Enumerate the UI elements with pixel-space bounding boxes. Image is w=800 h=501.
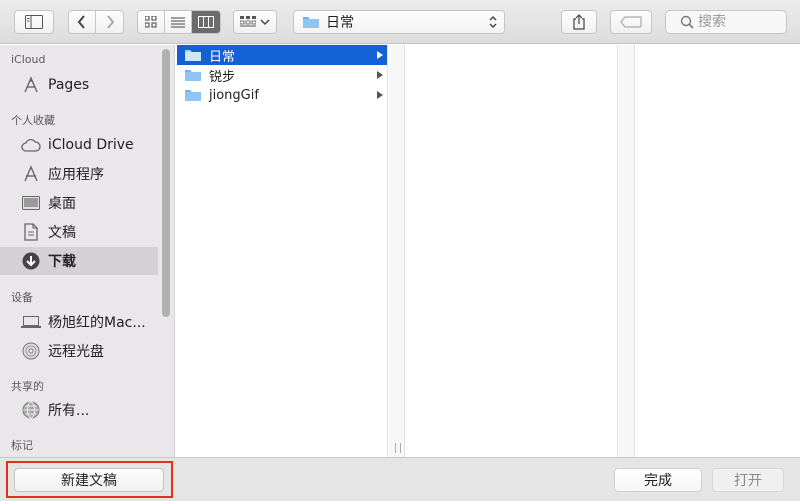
sidebar-section-icloud: iCloud bbox=[11, 53, 46, 66]
folder-icon bbox=[185, 70, 201, 81]
list-item[interactable]: 锐步 bbox=[177, 65, 387, 85]
browser-column-3 bbox=[636, 45, 800, 457]
back-button[interactable] bbox=[69, 11, 96, 33]
folder-label: 锐步 bbox=[209, 69, 236, 85]
path-label: 日常 bbox=[326, 15, 354, 31]
disclosure-arrow-icon bbox=[377, 51, 383, 59]
chevron-down-icon bbox=[260, 19, 270, 26]
browser-column-1: 日常 锐步 jiongGif bbox=[176, 45, 388, 457]
sidebar-item-label: 杨旭红的Mac... bbox=[48, 315, 146, 331]
search-icon bbox=[680, 15, 694, 29]
sidebar-section-favorites: 个人收藏 bbox=[11, 114, 55, 127]
sidebar-scrollbar[interactable] bbox=[162, 49, 170, 317]
sidebar-item-desktop[interactable]: 桌面 bbox=[0, 189, 158, 217]
sidebar-item-label: Pages bbox=[48, 77, 90, 93]
done-button[interactable]: 完成 bbox=[614, 468, 702, 492]
folder-icon bbox=[185, 50, 201, 61]
download-icon bbox=[21, 251, 41, 271]
sidebar-item-applications[interactable]: 应用程序 bbox=[0, 160, 158, 188]
sidebar-toggle-button[interactable] bbox=[14, 10, 54, 34]
disclosure-arrow-icon bbox=[377, 91, 383, 99]
updown-chevron-icon bbox=[489, 16, 497, 28]
laptop-icon bbox=[21, 312, 41, 332]
new-document-button[interactable]: 新建文稿 bbox=[14, 468, 164, 492]
columns-icon bbox=[198, 16, 214, 28]
disc-icon bbox=[21, 341, 41, 361]
toolbar: 日常 bbox=[0, 0, 800, 44]
sidebar-section-devices: 设备 bbox=[11, 291, 33, 304]
sidebar-item-label: 应用程序 bbox=[48, 167, 104, 183]
arrange-button[interactable] bbox=[233, 10, 277, 34]
sidebar-item-label: 远程光盘 bbox=[48, 344, 104, 360]
view-mode-selector bbox=[137, 10, 221, 34]
folder-label: jiongGif bbox=[209, 87, 259, 103]
column-view-button[interactable] bbox=[192, 11, 220, 33]
tag-button[interactable] bbox=[610, 10, 652, 34]
folder-icon bbox=[185, 90, 201, 101]
sidebar-item-documents[interactable]: 文稿 bbox=[0, 218, 158, 246]
search-input[interactable] bbox=[698, 14, 778, 30]
folder-label: 日常 bbox=[209, 49, 236, 65]
documents-icon bbox=[21, 222, 41, 242]
sidebar-section-tags: 标记 bbox=[11, 439, 33, 452]
sidebar-item-label: iCloud Drive bbox=[48, 137, 134, 153]
browser-column-spacer-1 bbox=[389, 45, 405, 457]
grid-icon bbox=[145, 16, 157, 28]
list-view-button[interactable] bbox=[165, 11, 192, 33]
sidebar-item-icloud-drive[interactable]: iCloud Drive bbox=[0, 131, 158, 159]
chevron-left-icon bbox=[77, 15, 85, 29]
disclosure-arrow-icon bbox=[377, 71, 383, 79]
browser-column-spacer-2 bbox=[619, 45, 635, 457]
cloud-icon bbox=[21, 135, 41, 155]
sidebar-item-label: 桌面 bbox=[48, 196, 76, 212]
share-icon bbox=[573, 14, 585, 30]
list-item[interactable]: jiongGif bbox=[177, 85, 387, 105]
search-field[interactable] bbox=[665, 10, 787, 34]
open-button[interactable]: 打开 bbox=[712, 468, 784, 492]
sidebar-section-shared: 共享的 bbox=[11, 380, 44, 393]
sidebar-item-label: 所有... bbox=[48, 403, 90, 419]
sidebar-item-remote-disc[interactable]: 远程光盘 bbox=[0, 337, 158, 365]
sidebar-item-mac[interactable]: 杨旭红的Mac... bbox=[0, 308, 158, 336]
sidebar-item-all-shared[interactable]: 所有... bbox=[0, 396, 158, 424]
applications-icon bbox=[21, 164, 41, 184]
column-resize-handle[interactable] bbox=[395, 443, 401, 453]
list-item[interactable]: 日常 bbox=[177, 45, 387, 65]
browser-column-2 bbox=[406, 45, 618, 457]
folder-icon bbox=[303, 17, 319, 28]
sidebar-item-downloads[interactable]: 下载 bbox=[0, 247, 158, 275]
list-icon bbox=[171, 17, 185, 27]
sidebar-item-label: 下载 bbox=[48, 254, 76, 270]
sidebar-icon bbox=[25, 15, 43, 29]
desktop-icon bbox=[21, 193, 41, 213]
bottom-bar: 新建文稿 完成 打开 bbox=[0, 457, 800, 501]
pages-icon bbox=[21, 75, 41, 95]
share-button[interactable] bbox=[561, 10, 597, 34]
tag-icon bbox=[620, 16, 642, 28]
sidebar-item-label: 文稿 bbox=[48, 225, 76, 241]
nav-buttons bbox=[68, 10, 124, 34]
icon-view-button[interactable] bbox=[138, 11, 165, 33]
sidebar-item-pages[interactable]: Pages bbox=[0, 71, 158, 99]
sidebar: iCloud Pages 个人收藏 iCloud Drive 应用程序 桌面 文… bbox=[0, 45, 175, 457]
arrange-grid-icon bbox=[240, 16, 256, 27]
network-icon bbox=[21, 400, 41, 420]
forward-button[interactable] bbox=[96, 11, 123, 33]
path-popup[interactable]: 日常 bbox=[293, 10, 505, 34]
chevron-right-icon bbox=[106, 15, 114, 29]
